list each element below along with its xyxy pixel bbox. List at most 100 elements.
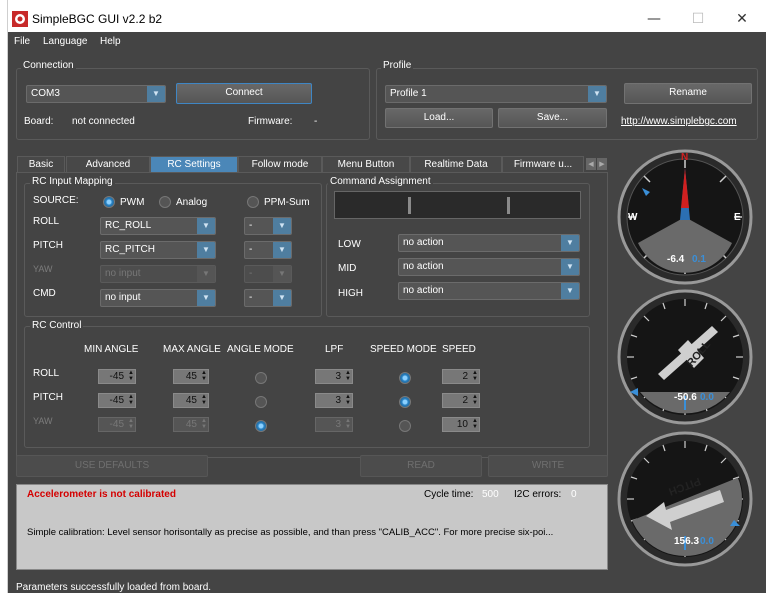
status-text: Parameters successfully loaded from boar…	[16, 582, 212, 593]
spin-down-icon[interactable]: ▼	[128, 424, 134, 430]
spin-down-icon[interactable]: ▼	[128, 400, 134, 406]
spin-down-icon[interactable]: ▼	[472, 376, 478, 382]
spin-down-icon[interactable]: ▼	[345, 424, 351, 430]
spin-down-icon[interactable]: ▼	[345, 400, 351, 406]
load-button[interactable]: Load...	[385, 108, 493, 128]
yaw-rc-value: 0.1	[692, 254, 706, 265]
use-defaults-button[interactable]: USE DEFAULTS	[16, 455, 208, 477]
tab-firmware-upgrade[interactable]: Firmware u...	[502, 156, 584, 172]
chevron-down-icon: ▼	[561, 283, 579, 299]
yaw-min-angle-spinner[interactable]: -45 ▲ ▼	[98, 417, 136, 432]
header-max-angle: MAX ANGLE	[163, 344, 221, 355]
tab-realtime-data[interactable]: Realtime Data	[410, 156, 502, 172]
command-rc-marker-low	[408, 197, 411, 214]
pitch-speed-mode-radio[interactable]	[399, 396, 411, 408]
tab-follow-mode[interactable]: Follow mode	[238, 156, 322, 172]
cmd-mid-value: no action	[403, 261, 444, 272]
spin-down-icon[interactable]: ▼	[472, 424, 478, 430]
tab-basic[interactable]: Basic	[17, 156, 65, 172]
pitch-gauge: PITCH 156.3 0.0	[616, 430, 754, 568]
yaw-input-select[interactable]: no input ▼	[100, 265, 216, 283]
cycle-time-label: Cycle time:	[424, 489, 474, 500]
yaw-speed-spinner[interactable]: 10 ▲ ▼	[442, 417, 480, 432]
tab-advanced[interactable]: Advanced	[66, 156, 150, 172]
cmd-low-value: no action	[403, 237, 444, 248]
profile-title: Profile	[381, 60, 414, 71]
warning-text: Accelerometer is not calibrated	[27, 489, 176, 500]
pitch-sub-select[interactable]: - ▼	[244, 241, 292, 259]
compass-west-label: W	[628, 212, 638, 223]
cmd-input-select[interactable]: no input ▼	[100, 289, 216, 307]
yaw-speed-mode-radio[interactable]	[399, 420, 411, 432]
source-pwm-radio[interactable]	[103, 196, 115, 208]
connect-button[interactable]: Connect	[176, 83, 312, 104]
cmd-sub-select[interactable]: - ▼	[244, 289, 292, 307]
minimize-icon[interactable]: —	[632, 6, 676, 32]
cmd-mid-select[interactable]: no action ▼	[398, 258, 580, 276]
pitch-min-angle-spinner[interactable]: -45 ▲ ▼	[98, 393, 136, 408]
roll-speed-value: 2	[462, 371, 468, 382]
compass-east-label: E	[734, 212, 741, 223]
tab-rc-settings[interactable]: RC Settings	[150, 156, 238, 172]
menu-help[interactable]: Help	[100, 36, 121, 47]
roll-input-select[interactable]: RC_ROLL ▼	[100, 217, 216, 235]
yaw-angle-mode-radio[interactable]	[255, 420, 267, 432]
roll-angle-mode-radio[interactable]	[255, 372, 267, 384]
calibration-message: Simple calibration: Level sensor horison…	[27, 527, 554, 538]
header-speed-mode: SPEED MODE	[370, 344, 437, 355]
pitch-angle-mode-radio[interactable]	[255, 396, 267, 408]
rename-button[interactable]: Rename	[624, 83, 752, 104]
pitch-input-value: RC_PITCH	[105, 244, 156, 255]
spin-down-icon[interactable]: ▼	[201, 376, 207, 382]
source-analog-radio[interactable]	[159, 196, 171, 208]
rc-roll-label: ROLL	[33, 368, 60, 379]
menu-language[interactable]: Language	[43, 36, 88, 47]
read-button[interactable]: READ	[360, 455, 482, 477]
pitch-max-angle-spinner[interactable]: 45 ▲ ▼	[173, 393, 209, 408]
header-angle-mode: ANGLE MODE	[227, 344, 294, 355]
save-button[interactable]: Save...	[498, 108, 607, 128]
firmware-label: Firmware:	[248, 116, 293, 127]
pitch-speed-spinner[interactable]: 2 ▲ ▼	[442, 393, 480, 408]
yaw-lpf-spinner[interactable]: 3 ▲ ▼	[315, 417, 353, 432]
tab-scroll-right-icon[interactable]: ▶	[597, 158, 607, 170]
cmd-low-select[interactable]: no action ▼	[398, 234, 580, 252]
yaw-max-angle-spinner[interactable]: 45 ▲ ▼	[173, 417, 209, 432]
spin-down-icon[interactable]: ▼	[201, 400, 207, 406]
roll-max-angle-value: 45	[185, 371, 197, 382]
chevron-down-icon: ▼	[197, 242, 215, 258]
roll-speed-spinner[interactable]: 2 ▲ ▼	[442, 369, 480, 384]
roll-angle-value: -50.6	[674, 392, 697, 403]
roll-max-angle-spinner[interactable]: 45 ▲ ▼	[173, 369, 209, 384]
spin-down-icon[interactable]: ▼	[345, 376, 351, 382]
port-select[interactable]: COM3 ▼	[26, 85, 166, 103]
roll-min-angle-spinner[interactable]: -45 ▲ ▼	[98, 369, 136, 384]
profile-value: Profile 1	[390, 88, 427, 99]
cmd-low-label: LOW	[338, 239, 361, 250]
pitch-rc-value: 0.0	[700, 536, 714, 547]
profile-select[interactable]: Profile 1 ▼	[385, 85, 607, 103]
website-link[interactable]: http://www.simplebgc.com	[621, 116, 737, 127]
menu-file[interactable]: File	[14, 36, 30, 47]
pitch-input-select[interactable]: RC_PITCH ▼	[100, 241, 216, 259]
yaw-sub-select[interactable]: - ▼	[244, 265, 292, 283]
spin-down-icon[interactable]: ▼	[128, 376, 134, 382]
source-ppm-radio[interactable]	[247, 196, 259, 208]
header-speed: SPEED	[442, 344, 476, 355]
tab-scroll-left-icon[interactable]: ◀	[586, 158, 596, 170]
roll-sub-value: -	[249, 220, 253, 231]
write-button[interactable]: WRITE	[488, 455, 608, 477]
cmd-high-select[interactable]: no action ▼	[398, 282, 580, 300]
maximize-icon[interactable]: ☐	[676, 6, 720, 32]
command-rc-marker-high	[507, 197, 510, 214]
spin-down-icon[interactable]: ▼	[472, 400, 478, 406]
spin-down-icon[interactable]: ▼	[201, 424, 207, 430]
roll-lpf-spinner[interactable]: 3 ▲ ▼	[315, 369, 353, 384]
yaw-input-value: no input	[105, 268, 141, 279]
pitch-lpf-spinner[interactable]: 3 ▲ ▼	[315, 393, 353, 408]
close-icon[interactable]: ✕	[720, 6, 764, 32]
roll-speed-mode-radio[interactable]	[399, 372, 411, 384]
roll-sub-select[interactable]: - ▼	[244, 217, 292, 235]
tab-menu-button[interactable]: Menu Button	[322, 156, 410, 172]
board-label: Board:	[24, 116, 54, 127]
